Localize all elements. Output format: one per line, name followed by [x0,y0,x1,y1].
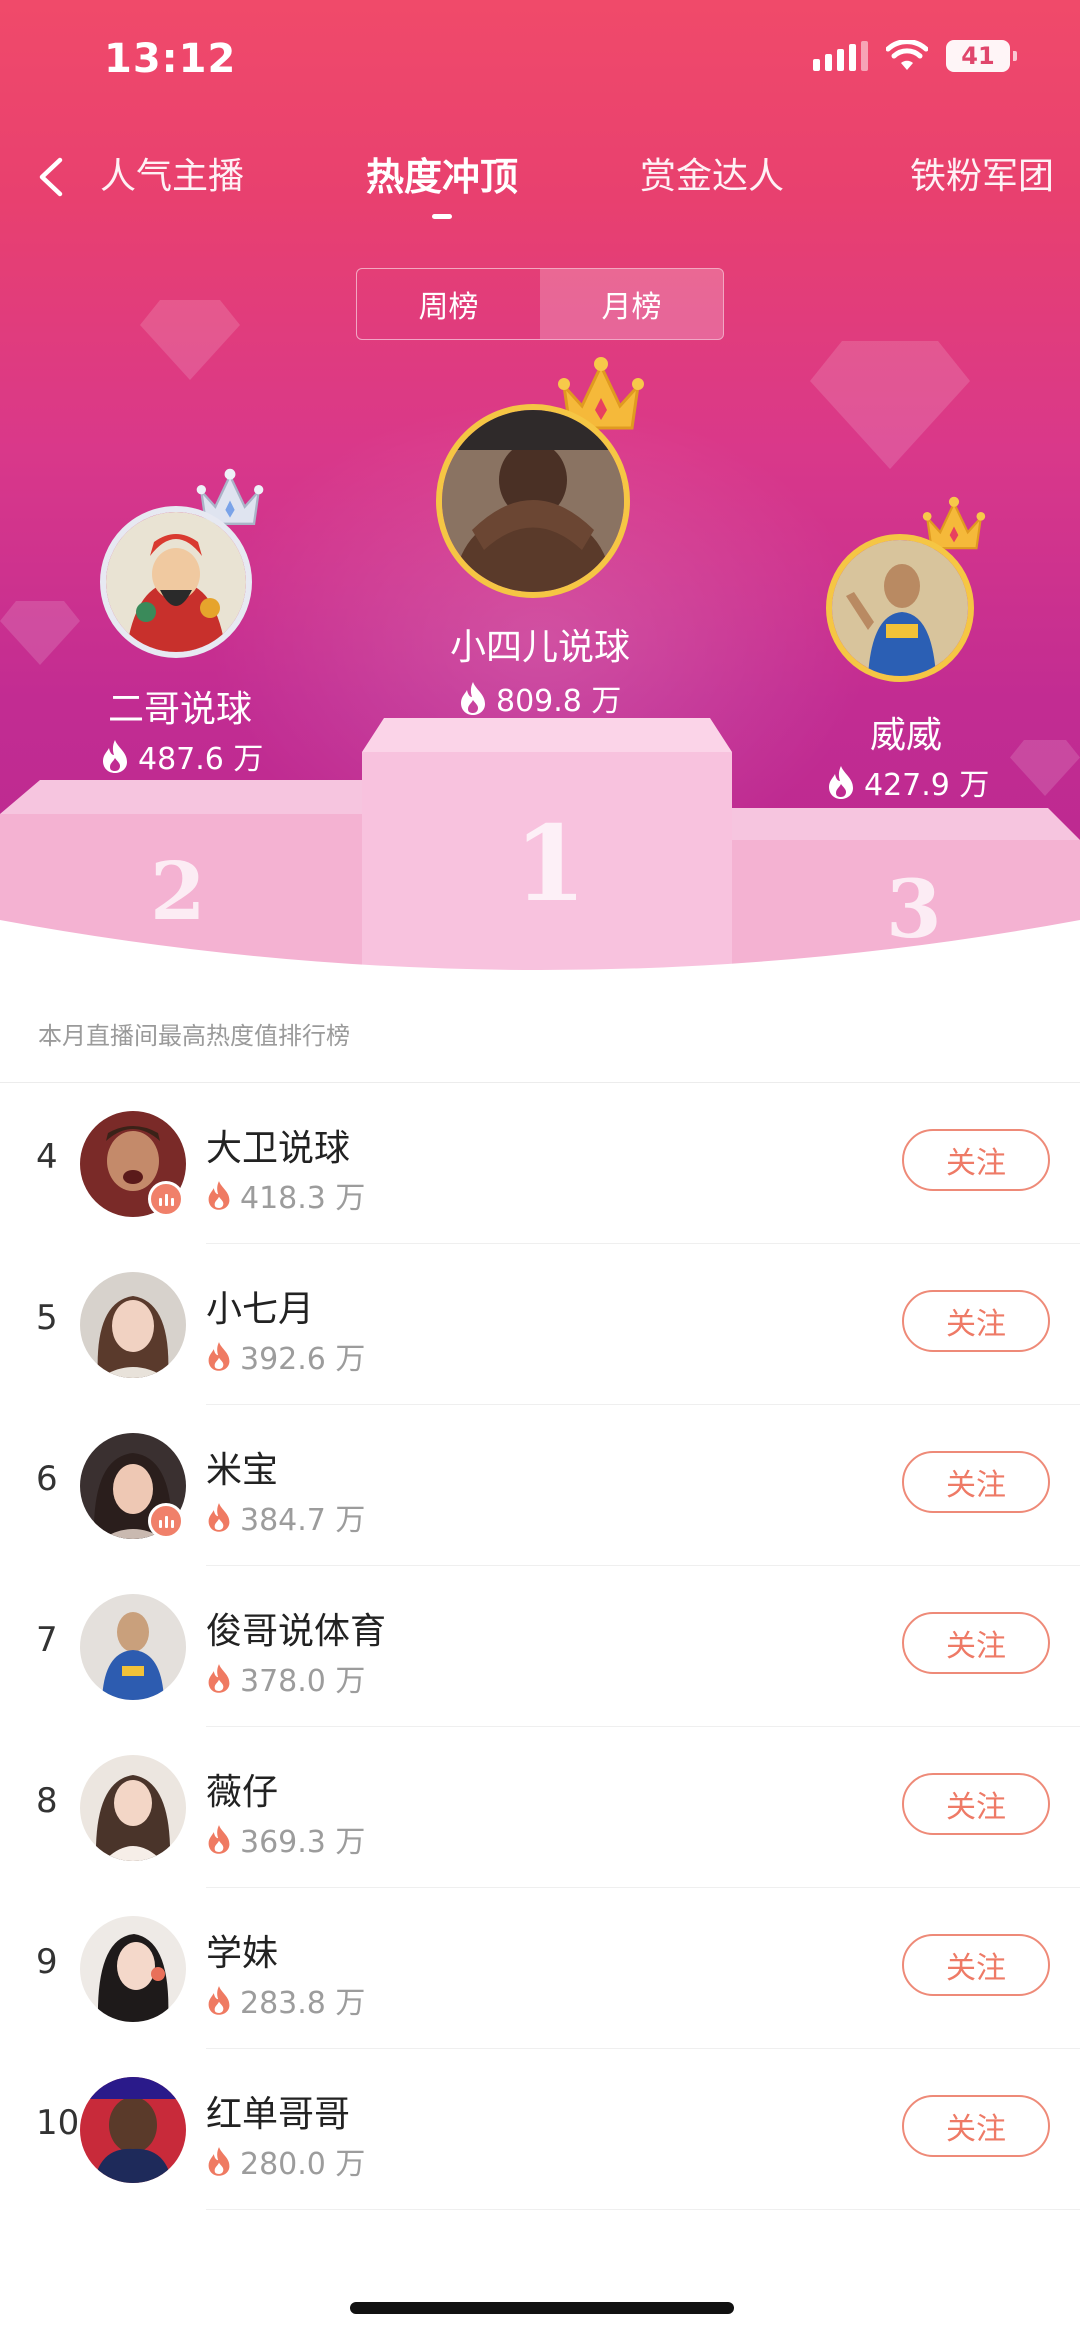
flame-icon [208,1986,230,2015]
live-indicator-icon [148,1181,184,1217]
diamond-icon [0,601,80,665]
heat-value: 369.3 万 [240,1825,366,1860]
status-icons: 41 [813,40,1017,72]
rank-number: 7 [36,1620,58,1660]
heat-value: 283.8 万 [240,1986,366,2021]
follow-button[interactable]: 关注 [902,1773,1050,1835]
flame-icon [829,766,853,799]
avatar[interactable] [80,2077,186,2183]
avatar[interactable] [80,1755,186,1861]
flame-icon [208,2147,230,2176]
heat-value: 392.6 万 [240,1342,366,1377]
follow-button[interactable]: 关注 [902,1129,1050,1191]
heat-value: 427.9 万 [864,768,990,803]
heat-value: 280.0 万 [240,2147,366,2182]
anchor-name: 米宝 [206,1450,279,1491]
follow-button[interactable]: 关注 [902,1934,1050,1996]
flame-icon [208,1825,230,1854]
flame-icon [208,1342,230,1371]
heat-score: 378.0 万 [206,1656,365,1700]
avatar-rank-1[interactable] [436,404,630,598]
heat-value: 809.8 万 [496,684,622,719]
status-time: 13:12 [104,36,237,82]
flame-icon [208,1181,230,1210]
rank-number: 5 [36,1298,58,1338]
rank-number: 8 [36,1781,58,1821]
anchor-name: 大卫说球 [206,1128,351,1169]
flame-icon [461,682,485,715]
avatar[interactable] [80,1272,186,1378]
flame-icon [208,1664,230,1693]
heat-score: 280.0 万 [206,2139,365,2183]
follow-button[interactable]: 关注 [902,2095,1050,2157]
wifi-icon [886,40,928,70]
heat-score: 384.7 万 [206,1495,365,1539]
segment-weekly[interactable]: 周榜 [357,269,540,339]
heat-value: 384.7 万 [240,1503,366,1538]
diamond-icon [140,300,240,380]
list-item[interactable]: 8 薇仔 369.3 万 关注 [0,1727,1080,1888]
list-item[interactable]: 7 俊哥说体育 378.0 万 关注 [0,1566,1080,1727]
chevron-left-icon[interactable] [30,150,74,204]
heat-score: 418.3 万 [206,1173,365,1217]
heat-value: 487.6 万 [138,742,264,777]
diamond-icon [1010,740,1080,796]
follow-button[interactable]: 关注 [902,1451,1050,1513]
period-segment: 周榜 月榜 [356,268,724,340]
flame-icon [103,740,127,773]
anchor-name: 红单哥哥 [206,2094,351,2135]
tab-popular-anchor[interactable]: 人气主播 [100,150,244,204]
tab-fan-legion[interactable]: 铁粉军团 [910,150,1054,204]
curved-divider [0,920,1080,1000]
avatar[interactable] [80,1594,186,1700]
avatar[interactable] [80,1916,186,2022]
follow-button[interactable]: 关注 [902,1612,1050,1674]
active-tab-indicator [432,214,452,219]
flame-icon [208,1503,230,1532]
heat-value: 378.0 万 [240,1664,366,1699]
list-item[interactable]: 5 小七月 392.6 万 关注 [0,1244,1080,1405]
rank-number: 6 [36,1459,58,1499]
list-item[interactable]: 4 大卫说球 418.3 万 关注 [0,1083,1080,1244]
heat-score: 369.3 万 [206,1817,365,1861]
avatar-rank-3[interactable] [826,534,974,682]
live-indicator-icon [148,1503,184,1539]
podium-heat-2: 487.6 万 [100,734,263,778]
podium-name-3: 威威 [869,715,942,756]
heat-value: 418.3 万 [240,1181,366,1216]
rank-number: 10 [36,2103,80,2143]
anchor-name: 俊哥说体育 [206,1611,387,1652]
tab-bounty-master[interactable]: 赏金达人 [640,150,784,204]
diamond-icon [810,341,970,469]
tab-heat-top[interactable]: 热度冲顶 [366,150,518,204]
list-item[interactable]: 6 米宝 384.7 万 关注 [0,1405,1080,1566]
list-item[interactable]: 10 红单哥哥 280.0 万 关注 [0,2049,1080,2210]
heat-score: 392.6 万 [206,1334,365,1378]
home-indicator[interactable] [350,2302,734,2314]
divider [206,2209,1080,2210]
heat-score: 283.8 万 [206,1978,365,2022]
ranking-caption: 本月直播间最高热度值排行榜 [38,1022,350,1050]
battery-indicator: 41 [946,40,1017,72]
follow-button[interactable]: 关注 [902,1290,1050,1352]
avatar-image [106,512,246,652]
hero-header: 13:12 41 人气主播 热度冲顶 赏金达人 铁粉军团 周榜 月榜 小四儿说球… [0,0,1080,1000]
podium-number-1: 1 [514,802,587,925]
avatar-image [832,540,968,676]
segment-monthly[interactable]: 月榜 [540,269,723,339]
anchor-name: 学妹 [206,1933,279,1974]
podium-heat-1: 809.8 万 [458,676,621,720]
list-item[interactable]: 9 学妹 283.8 万 关注 [0,1888,1080,2049]
rank-number: 4 [36,1137,58,1177]
podium-heat-3: 427.9 万 [826,760,989,804]
podium-name-1: 小四儿说球 [449,627,630,668]
podium-name-2: 二哥说球 [107,689,252,730]
anchor-name: 薇仔 [206,1772,279,1813]
signal-icon [813,41,868,71]
rank-number: 9 [36,1942,58,1982]
avatar-image [442,410,624,592]
anchor-name: 小七月 [206,1289,315,1330]
avatar-rank-2[interactable] [100,506,252,658]
